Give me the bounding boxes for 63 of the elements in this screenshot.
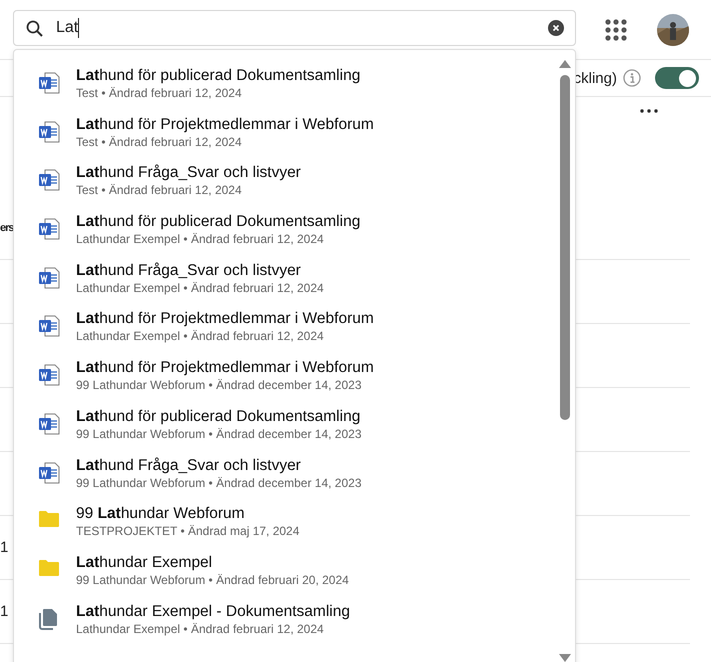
result-title: Lathundar Exempel (76, 552, 214, 573)
result-title: Lathund Fråga_Svar och listvyer (76, 163, 301, 184)
word-document-icon (38, 169, 60, 192)
search-result[interactable]: Lathund för publicerad Dokumentsamling 99 Lathundar Webforum • Ändrad december 14, 2023 (14, 406, 555, 456)
word-document-icon (38, 412, 60, 435)
result-details: Lathundar Exempel • Ändrad februari 12, 2024 (76, 280, 324, 296)
search-field[interactable]: Lat (13, 10, 576, 46)
word-document-icon (38, 218, 60, 240)
document-stack-icon (38, 608, 58, 630)
word-document-icon (38, 315, 60, 338)
info-icon[interactable] (623, 69, 641, 87)
search-result[interactable]: Lathund för publicerad Dokumentsamling Lathundar Exempel • Ändrad februari 12, 2024 (14, 212, 555, 261)
result-title: Lathund för Projektmedlemmar i Webforum (76, 309, 374, 330)
result-title: Lathund för publicerad Dokumentsamling (76, 406, 362, 427)
avatar[interactable] (657, 14, 689, 46)
search-text: Lat (56, 19, 78, 37)
result-details: 99 Lathundar Webforum • Ändrad december 14, 2023 (76, 476, 362, 490)
table-cell: 1 (0, 539, 8, 556)
search-result[interactable]: Lathund Fråga_Svar och listvyer 99 Lathundar Webforum • Ändrad december 14, 2023 (14, 456, 555, 504)
result-title: Lathund Fråga_Svar och listvyer (76, 456, 302, 476)
search-result[interactable]: Lathund för Projektmedlemmar i Webforum 99 Lathundar Webforum • Ändrad december 14, 2023 (14, 358, 555, 407)
result-details: 99 Lathundar Webforum • Ändrad december 14, 2023 (76, 378, 362, 394)
result-details: 99 Lathundar Webforum • Ändrad februari 20, 2024 (76, 572, 349, 588)
result-title: Lathund för publicerad Dokumentsamling (76, 66, 360, 86)
scroll-down-icon[interactable] (559, 654, 571, 662)
result-details: Lathundar Exempel • Ändrad februari 12, 2024 (76, 622, 325, 637)
search-result[interactable]: Lathund för Projektmedlemmar i Webforum Test • Ändrad februari 12, 2024 (14, 114, 555, 164)
more-icon[interactable] (640, 109, 658, 113)
word-document-icon (38, 72, 60, 94)
result-details: Lathundar Exempel • Ändrad februari 12, 2024 (76, 329, 325, 344)
result-title: Lathundar Exempel - Dokumentsamling (76, 602, 350, 622)
search-result[interactable]: Lathundar Exempel 99 Lathundar Webforum • Ändrad februari 20, 2024 (14, 552, 555, 602)
search-result[interactable]: 99 Lathundar Webforum TESTPROJEKTET • Ändrad maj 17, 2024 (14, 504, 555, 553)
result-title: 99 Lathundar Webforum (76, 504, 246, 524)
word-document-icon (38, 266, 60, 289)
search-result[interactable]: Lathund för publicerad Dokumentsamling Test • Ändrad februari 12, 2024 (14, 66, 555, 115)
result-title: Lathund för publicerad Dokumentsamling (76, 212, 360, 232)
folder-icon (38, 558, 60, 577)
result-title: Lathund Fråga_Svar och listvyer (76, 260, 302, 281)
search-result[interactable]: Lathund Fråga_Svar och listvyer Lathundar Exempel • Ändrad februari 12, 2024 (14, 260, 555, 310)
result-details: Test • Ändrad februari 12, 2024 (76, 183, 243, 198)
search-result[interactable]: Lathund Fråga_Svar och listvyer Test • Ändrad februari 12, 2024 (14, 163, 555, 212)
result-details: Test • Ändrad februari 12, 2024 (76, 86, 243, 101)
result-details: Lathundar Exempel • Ändrad februari 12, 2024 (76, 232, 325, 248)
result-details: Test • Ändrad februari 12, 2024 (76, 134, 243, 150)
result-title: Lathund för Projektmedlemmar i Webforum (76, 358, 374, 378)
search-result[interactable]: Lathundar Exempel - Dokumentsamling Lathundar Exempel • Ändrad februari 12, 2024 (14, 602, 555, 650)
app-launcher-icon[interactable] (605, 18, 627, 40)
word-document-icon (38, 462, 60, 484)
scroll-up-icon[interactable] (559, 60, 571, 68)
result-title: Lathund för Projektmedlemmar i Webforum (76, 114, 374, 135)
word-document-icon (38, 120, 60, 143)
search-icon (26, 20, 43, 36)
word-document-icon (38, 364, 60, 386)
result-details: TESTPROJEKTET • Ändrad maj 17, 2024 (76, 524, 300, 540)
result-details: 99 Lathundar Webforum • Ändrad december 14, 2023 (76, 426, 362, 442)
scrollbar-thumb[interactable] (560, 75, 570, 420)
toggle-label: ckling) (574, 70, 617, 86)
search-result[interactable]: Lathund för Projektmedlemmar i Webforum Lathundar Exempel • Ändrad februari 12, 2024 (14, 309, 555, 358)
clear-icon[interactable] (548, 20, 564, 36)
table-cell: 1 (0, 603, 8, 620)
folder-icon (38, 510, 60, 528)
toggle-switch[interactable] (655, 67, 699, 89)
